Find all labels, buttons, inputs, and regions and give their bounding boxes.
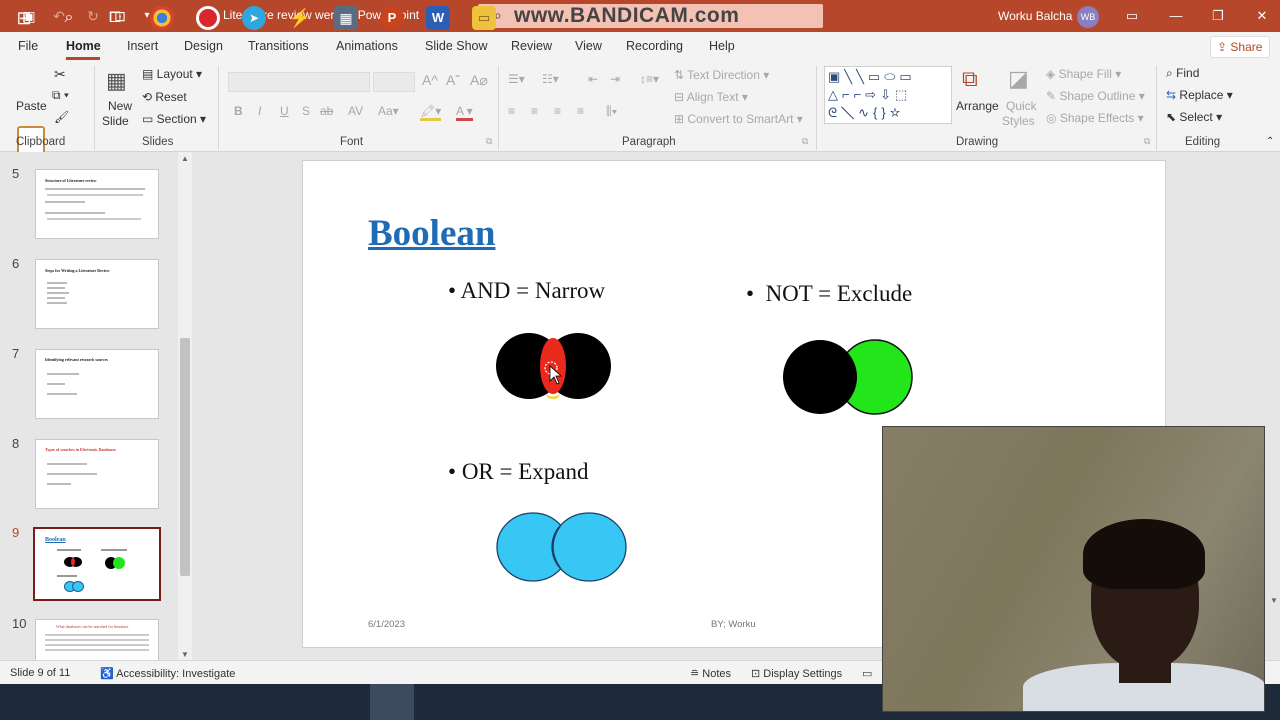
display-settings-label: Display Settings [763, 668, 843, 680]
winrar-icon[interactable]: ⚡ [288, 6, 312, 30]
webcam-overlay [882, 426, 1265, 712]
bandicam-icon[interactable] [196, 6, 220, 30]
search-icon[interactable]: ⌕ [57, 6, 81, 30]
slide-counter: Slide 9 of 11 [10, 667, 71, 679]
slide-footer-author: BY; Worku [711, 619, 756, 630]
powerpoint-icon[interactable]: P [380, 6, 404, 30]
task-view-icon[interactable]: ⧠ [103, 6, 127, 30]
chrome-icon[interactable] [150, 6, 174, 30]
display-settings-button[interactable]: ⊡ Display Settings [751, 667, 842, 680]
windows-start-icon[interactable]: ⊞ [12, 6, 36, 30]
accessibility-button[interactable]: ♿ Accessibility: Investigate [100, 667, 235, 680]
notes-label: Notes [702, 668, 732, 680]
and-intersection[interactable] [540, 338, 566, 394]
accessibility-label: Accessibility: Investigate [116, 668, 236, 680]
file-explorer-icon[interactable]: ▭ [472, 6, 496, 30]
calculator-icon[interactable]: ▦ [334, 6, 358, 30]
comments-icon[interactable]: ▭ [862, 667, 872, 680]
active-app-highlight [370, 684, 414, 720]
and-intersection-edge [546, 394, 560, 399]
not-left-circle[interactable] [783, 340, 857, 414]
webcam-person-hair [1083, 519, 1205, 589]
or-right-circle[interactable] [551, 512, 627, 582]
word-icon[interactable]: W [426, 6, 450, 30]
slide-footer-date: 6/1/2023 [368, 619, 405, 630]
notes-button[interactable]: ≘ Notes [690, 667, 731, 680]
telegram-icon[interactable]: ➤ [242, 6, 266, 30]
slide-scroll-down-icon[interactable]: ▼ [1270, 596, 1278, 605]
